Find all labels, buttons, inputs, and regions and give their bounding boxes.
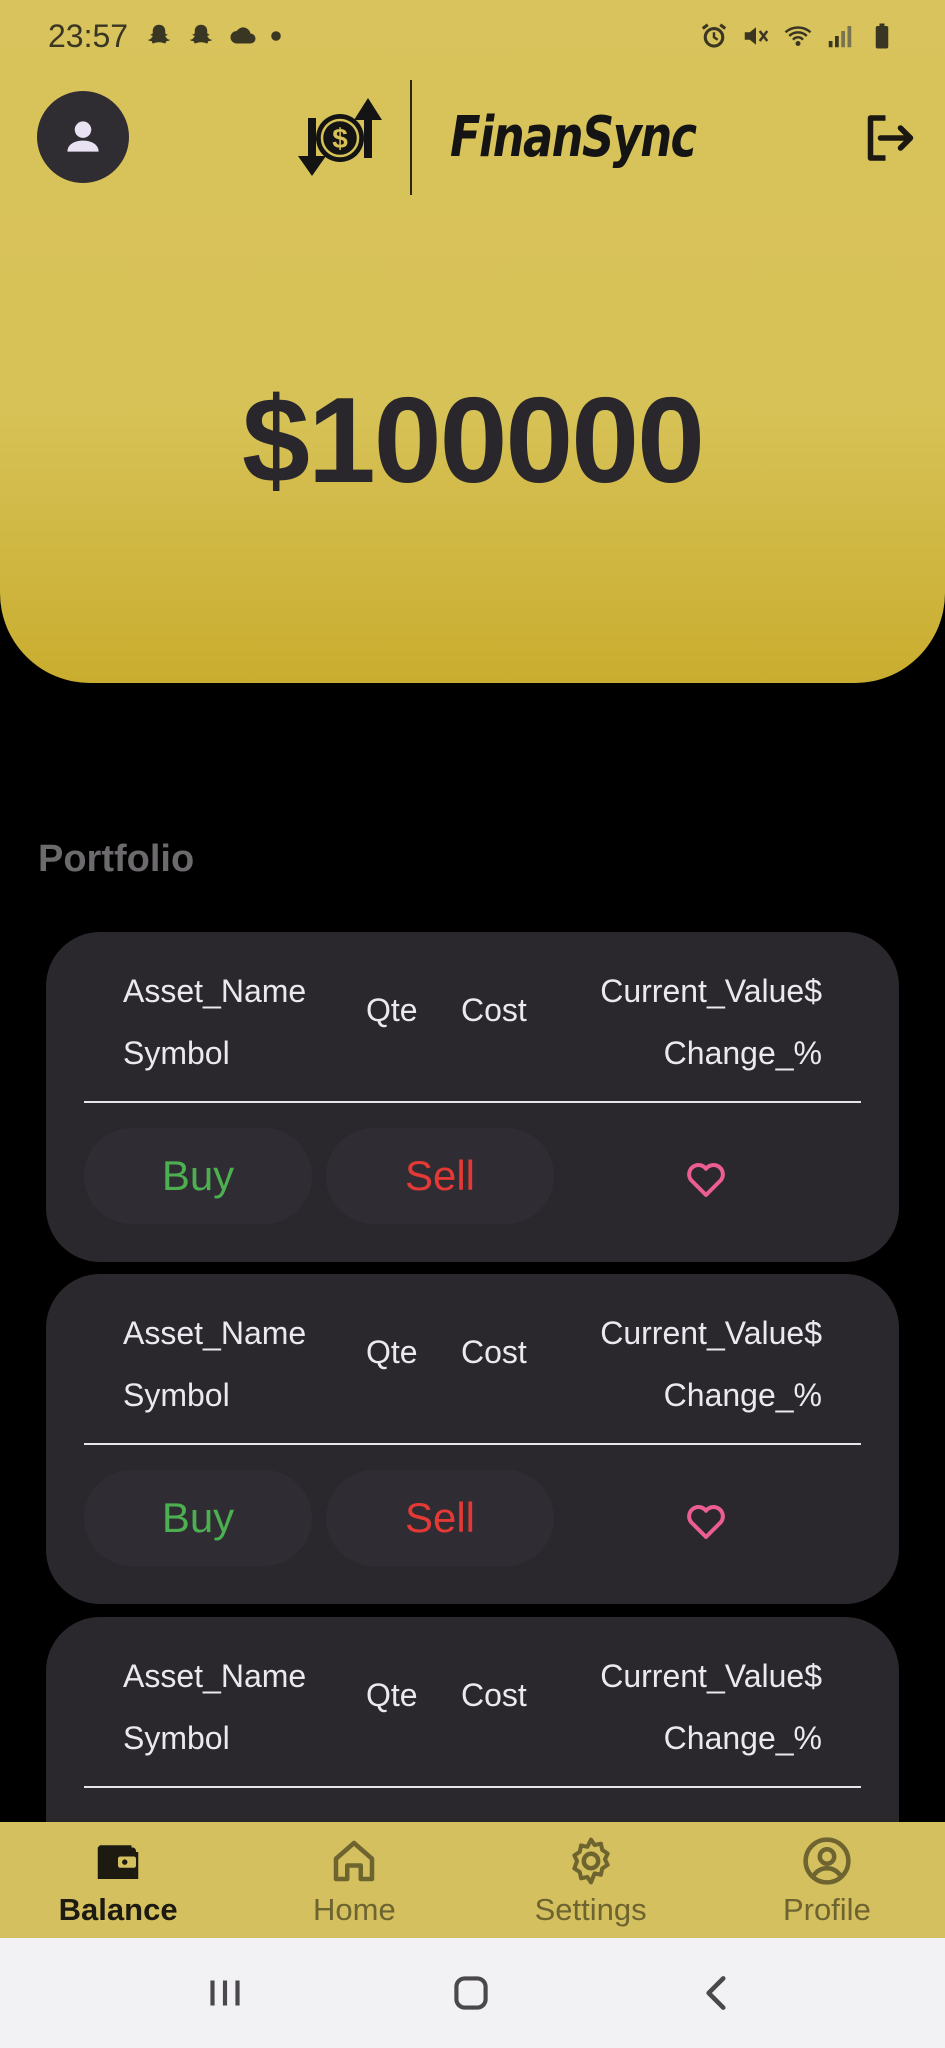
asset-change: Change_% — [663, 1720, 822, 1756]
nav-label-profile: Profile — [782, 1892, 871, 1927]
gear-icon — [571, 1837, 610, 1885]
nav-label-settings: Settings — [534, 1892, 647, 1927]
asset-quantity: Qte — [366, 1677, 418, 1713]
snapchat-icon — [147, 24, 171, 44]
account-circle-icon — [803, 1837, 851, 1885]
buy-button[interactable]: Buy — [84, 1128, 312, 1224]
nav-item-settings[interactable]: Settings — [473, 1822, 709, 1938]
app-logo: $ FinanSync — [290, 80, 757, 195]
recent-apps-icon[interactable] — [200, 1968, 250, 2018]
asset-name: Asset_Name — [123, 1315, 307, 1351]
app-name: FinanSync — [450, 105, 697, 170]
sell-button[interactable]: Sell — [326, 1470, 554, 1566]
asset-symbol: Symbol — [123, 1720, 230, 1756]
asset-symbol: Symbol — [123, 1377, 230, 1413]
portfolio-card: Asset_Name Symbol Qte Cost Current_Value… — [46, 932, 899, 1262]
logo-divider — [410, 80, 412, 195]
logout-icon[interactable] — [858, 108, 918, 168]
wifi-icon — [784, 26, 812, 46]
wallet-icon — [97, 1845, 139, 1879]
home-button-icon[interactable] — [446, 1968, 496, 2018]
asset-cost: Cost — [461, 992, 527, 1028]
asset-symbol: Symbol — [123, 1035, 230, 1071]
system-navigation-bar — [0, 1938, 945, 2048]
header-banner: 23:57 $ FinanSync $100000 — [0, 0, 945, 683]
card-divider — [84, 1101, 861, 1103]
balance-amount: $100000 — [242, 372, 705, 508]
status-bar: 23:57 — [0, 0, 945, 72]
asset-name: Asset_Name — [123, 1658, 307, 1694]
battery-icon — [875, 23, 889, 49]
nav-item-profile[interactable]: Profile — [709, 1822, 945, 1938]
card-divider — [84, 1443, 861, 1445]
avatar-button[interactable] — [37, 91, 129, 183]
cloud-icon — [230, 27, 256, 44]
buy-button[interactable]: Buy — [84, 1470, 312, 1566]
portfolio-title: Portfolio — [38, 838, 195, 880]
snapchat-icon — [189, 24, 213, 44]
heart-icon[interactable] — [682, 1496, 730, 1544]
alarm-icon — [701, 23, 727, 48]
nav-item-home[interactable]: Home — [236, 1822, 472, 1938]
asset-change: Change_% — [663, 1035, 822, 1071]
home-icon — [334, 1840, 375, 1882]
bottom-navigation: Balance Home Settings Profile — [0, 1822, 945, 1938]
asset-quantity: Qte — [366, 992, 418, 1028]
asset-change: Change_% — [663, 1377, 822, 1413]
nav-label-home: Home — [313, 1892, 396, 1927]
asset-current-value: Current_Value$ — [600, 973, 822, 1009]
heart-icon[interactable] — [682, 1154, 730, 1202]
status-time: 23:57 — [48, 17, 129, 54]
asset-cost: Cost — [461, 1677, 527, 1713]
asset-quantity: Qte — [366, 1334, 418, 1370]
nav-item-balance[interactable]: Balance — [0, 1822, 236, 1938]
nav-label-balance: Balance — [58, 1892, 178, 1927]
mute-icon — [744, 27, 769, 45]
svg-text:$: $ — [332, 123, 348, 154]
asset-row[interactable]: Asset_Name Symbol Qte Cost Current_Value… — [46, 1617, 899, 1787]
signal-icon — [828, 26, 852, 48]
sell-button[interactable]: Sell — [326, 1128, 554, 1224]
money-exchange-icon: $ — [298, 97, 382, 176]
asset-row[interactable]: Asset_Name Symbol Qte Cost Current_Value… — [46, 932, 899, 1102]
notification-dot-icon — [271, 31, 281, 41]
asset-current-value: Current_Value$ — [600, 1315, 822, 1351]
person-icon — [67, 121, 99, 152]
card-divider — [84, 1786, 861, 1788]
portfolio-card: Asset_Name Symbol Qte Cost Current_Value… — [46, 1274, 899, 1604]
asset-cost: Cost — [461, 1334, 527, 1370]
asset-row[interactable]: Asset_Name Symbol Qte Cost Current_Value… — [46, 1274, 899, 1444]
back-icon[interactable] — [692, 1968, 742, 2018]
asset-current-value: Current_Value$ — [600, 1658, 822, 1694]
asset-name: Asset_Name — [123, 973, 307, 1009]
